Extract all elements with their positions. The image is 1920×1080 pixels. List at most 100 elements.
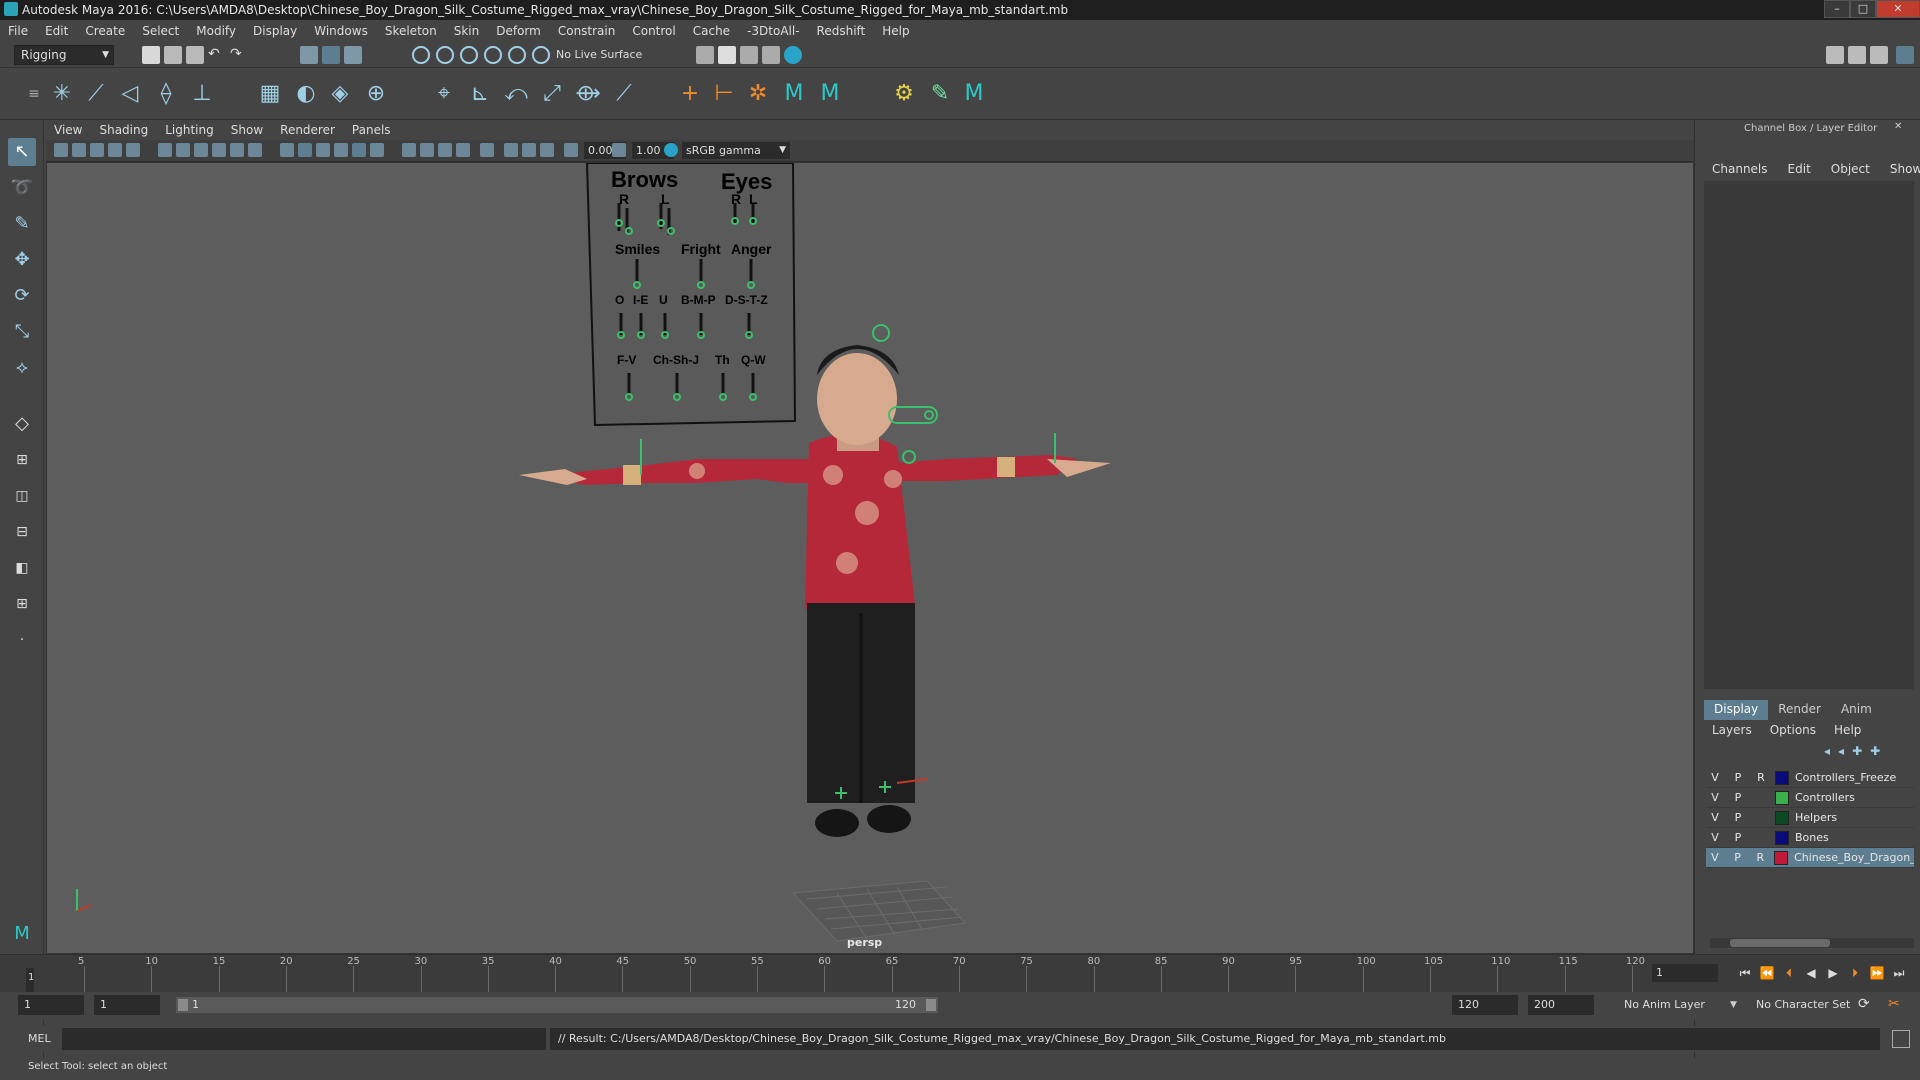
script-language-label[interactable]: MEL <box>28 1032 51 1045</box>
lasso-tool-icon[interactable]: ➰ <box>8 174 36 202</box>
layer-playback-toggle[interactable]: P <box>1729 771 1747 784</box>
layout-outliner-icon[interactable]: ◧ <box>8 554 36 582</box>
exposure-icon[interactable] <box>564 143 578 157</box>
layer-playback-toggle[interactable]: P <box>1729 811 1747 824</box>
auto-key-icon[interactable]: ⟳ <box>1858 996 1876 1014</box>
xray-icon[interactable] <box>504 143 518 157</box>
panel-menu-panels[interactable]: Panels <box>352 123 391 137</box>
layer-reference-toggle[interactable]: R <box>1752 771 1770 784</box>
snap-curve-icon[interactable] <box>436 46 454 64</box>
layer-row[interactable]: V P R Controllers_Freeze <box>1706 768 1914 788</box>
layer-playback-toggle[interactable]: P <box>1729 791 1747 804</box>
menu-set-dropdown[interactable]: Rigging ▼ <box>14 45 114 65</box>
menu-help[interactable]: Help <box>882 24 909 38</box>
2d-pan-zoom-icon[interactable] <box>108 143 122 157</box>
use-lights-icon[interactable] <box>370 143 384 157</box>
move-layer-down-icon[interactable]: ◂ <box>1838 744 1844 758</box>
layer-visibility-toggle[interactable]: V <box>1706 831 1724 844</box>
render-frame-icon[interactable] <box>696 46 714 64</box>
minimize-icon[interactable]: – <box>1824 0 1850 18</box>
layout-four-icon[interactable]: ⊞ <box>8 446 36 474</box>
character-set-dropdown[interactable]: No Character Set <box>1748 995 1872 1015</box>
layer-row[interactable]: V P Helpers <box>1706 808 1914 828</box>
textured-icon[interactable] <box>352 143 366 157</box>
move-tool-icon[interactable]: ✥ <box>8 246 36 274</box>
move-layer-up-icon[interactable]: ◂ <box>1824 744 1830 758</box>
menu-cache[interactable]: Cache <box>693 24 730 38</box>
tab-display[interactable]: Display <box>1704 700 1769 720</box>
menu-create[interactable]: Create <box>85 24 125 38</box>
options-menu[interactable]: Options <box>1770 723 1816 737</box>
layer-visibility-toggle[interactable]: V <box>1706 791 1724 804</box>
playback-start-field[interactable]: 1 <box>94 995 160 1015</box>
layer-color-swatch[interactable] <box>1775 830 1789 845</box>
menu-deform[interactable]: Deform <box>496 24 541 38</box>
select-hierarchy-icon[interactable] <box>300 46 318 64</box>
locator-icon[interactable]: + <box>676 80 704 108</box>
paint-weights-icon[interactable]: ◐ <box>292 80 320 108</box>
go-to-end-icon[interactable]: ⏭ <box>1890 964 1908 982</box>
layer-row[interactable]: V P Controllers <box>1706 788 1914 808</box>
gamma-icon[interactable] <box>612 143 626 157</box>
mirror-joint-icon[interactable]: ⊥ <box>188 80 216 108</box>
ik-handle-icon[interactable]: ⟋ <box>82 80 110 108</box>
camera-attributes-icon[interactable] <box>54 143 68 157</box>
new-scene-icon[interactable] <box>142 46 160 64</box>
range-end-handle[interactable] <box>926 999 936 1011</box>
select-component-icon[interactable] <box>344 46 362 64</box>
layout-stack-icon[interactable]: ⊟ <box>8 518 36 546</box>
wireframe-on-shaded-icon[interactable] <box>334 143 348 157</box>
layer-color-swatch[interactable] <box>1775 810 1789 825</box>
panel-menu-show[interactable]: Show <box>231 123 263 137</box>
step-forward-key-icon[interactable]: ⏩ <box>1868 964 1886 982</box>
live-surface-field[interactable]: No Live Surface <box>556 48 642 61</box>
layer-help-menu[interactable]: Help <box>1834 723 1861 737</box>
layer-playback-toggle[interactable]: P <box>1729 851 1747 864</box>
attribute-editor-icon[interactable] <box>1848 46 1866 64</box>
orient-constraint-icon[interactable]: ⤺ <box>502 80 530 108</box>
grid-icon[interactable] <box>158 143 172 157</box>
layer-row[interactable]: V P R Chinese_Boy_Dragon_ <box>1706 848 1914 868</box>
menu-modify[interactable]: Modify <box>196 24 236 38</box>
smooth-shade-icon[interactable] <box>298 143 312 157</box>
cb-edit-menu[interactable]: Edit <box>1788 162 1811 176</box>
cluster-icon[interactable]: ⊕ <box>362 80 390 108</box>
field-chart-icon[interactable] <box>230 143 244 157</box>
pole-vector-icon[interactable]: ⟋ <box>610 80 638 108</box>
grease-pencil-icon[interactable] <box>126 143 140 157</box>
bind-skin-icon[interactable]: ▦ <box>256 80 284 108</box>
layer-reference-toggle[interactable]: R <box>1752 851 1770 864</box>
open-scene-icon[interactable] <box>164 46 182 64</box>
menu-3dtoall[interactable]: -3DtoAll- <box>747 24 799 38</box>
snap-grid-icon[interactable] <box>412 46 430 64</box>
maximize-icon[interactable]: □ <box>1850 0 1876 18</box>
xray-joints-icon[interactable] <box>540 143 554 157</box>
range-slider[interactable]: 1 120 <box>176 997 938 1013</box>
layer-row[interactable]: V P Bones <box>1706 828 1914 848</box>
modeling-toolkit-icon[interactable] <box>1826 46 1844 64</box>
play-backward-icon[interactable]: ◀ <box>1802 964 1820 982</box>
hypershade-icon[interactable] <box>762 46 780 64</box>
tab-anim[interactable]: Anim <box>1831 700 1882 720</box>
channel-box-icon[interactable] <box>1896 46 1914 64</box>
aim-constraint-icon[interactable]: ⟴ <box>574 80 602 108</box>
layer-color-swatch[interactable] <box>1774 850 1789 865</box>
scale-tool-icon[interactable]: ⤡ <box>8 318 36 346</box>
channels-menu[interactable]: Channels <box>1712 162 1768 176</box>
render-settings-icon[interactable] <box>740 46 758 64</box>
menu-constrain[interactable]: Constrain <box>558 24 616 38</box>
joint-tool-icon[interactable]: ✳ <box>48 80 76 108</box>
3dtoall-logo-icon[interactable]: M <box>8 920 36 948</box>
isolate-select-icon[interactable] <box>480 143 494 157</box>
image-plane-icon[interactable] <box>90 143 104 157</box>
resolution-gate-icon[interactable] <box>194 143 208 157</box>
layout-more-icon[interactable]: ⋅ <box>8 626 36 654</box>
menu-edit[interactable]: Edit <box>45 24 68 38</box>
snap-point-icon[interactable] <box>460 46 478 64</box>
scene-end-field[interactable]: 200 <box>1528 995 1594 1015</box>
screen-space-ao-icon[interactable] <box>420 143 434 157</box>
snap-surface-icon[interactable] <box>508 46 526 64</box>
render-view-icon[interactable] <box>784 46 802 64</box>
anti-aliasing-icon[interactable] <box>456 143 470 157</box>
layer-scrollbar[interactable] <box>1710 938 1914 948</box>
